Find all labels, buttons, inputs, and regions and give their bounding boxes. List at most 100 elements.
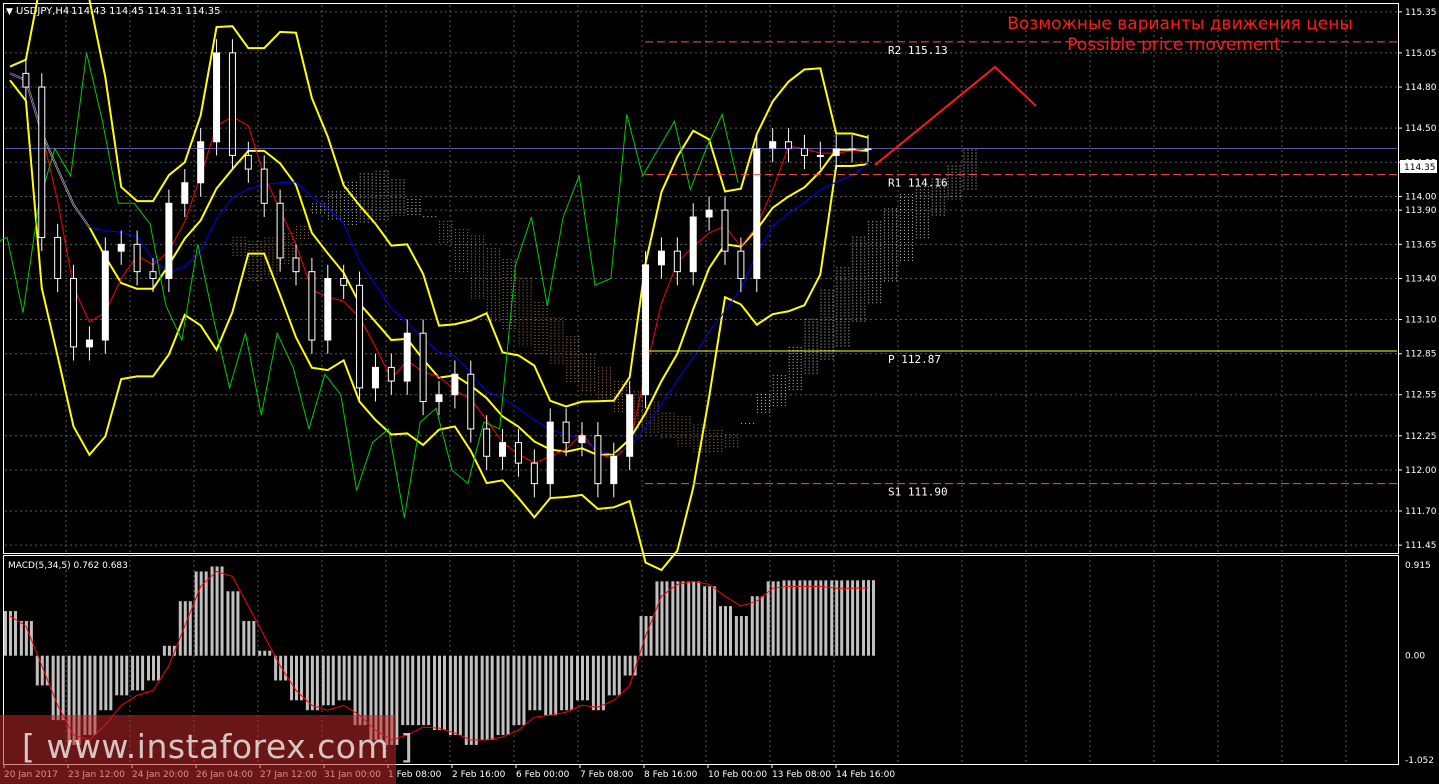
macd-bar <box>787 580 791 656</box>
macd-bar <box>220 566 224 656</box>
candle-body <box>228 52 236 156</box>
macd-bar <box>581 655 584 701</box>
chart-canvas[interactable]: R2 115.13 R1 114.16 P 112.87 S1 111.90 ▼ US… <box>0 0 1439 784</box>
macd-bar <box>290 655 293 701</box>
macd-bar <box>771 581 775 656</box>
macd-bar <box>152 655 155 681</box>
macd-bar <box>724 606 727 656</box>
chart-title-arrow-icon[interactable]: ▼ <box>6 7 13 17</box>
macd-bar <box>840 580 844 656</box>
candle-body <box>800 148 808 156</box>
candle-body <box>530 462 538 485</box>
time-tick-label: 6 Feb 00:00 <box>516 770 570 780</box>
price-tick-label: 113.65 <box>1405 240 1437 250</box>
macd-bar <box>549 655 553 716</box>
candle-body <box>626 394 634 457</box>
macd-bar <box>453 655 457 736</box>
candle-body <box>594 435 602 485</box>
macd-bar <box>617 655 621 696</box>
macd-bar <box>242 621 246 656</box>
macd-bar <box>501 655 505 736</box>
macd-bar <box>104 655 108 711</box>
macd-bar <box>792 580 796 656</box>
macd-bar <box>856 580 860 656</box>
macd-bar <box>782 580 786 656</box>
macd-bar <box>623 655 627 676</box>
macd-bar <box>14 611 17 656</box>
candle-body <box>514 442 522 464</box>
macd-bar <box>607 655 611 696</box>
candle-body <box>721 209 729 252</box>
macd-bar <box>808 580 812 656</box>
candle-body <box>467 373 475 430</box>
candle-body <box>546 421 554 485</box>
macd-bar <box>136 655 140 691</box>
macd-bar <box>443 655 446 731</box>
macd-bar <box>867 580 870 656</box>
macd-bar <box>851 580 855 656</box>
macd-bar <box>199 571 203 656</box>
macd-bar <box>9 611 12 656</box>
time-tick-label: 10 Feb 00:00 <box>708 770 767 780</box>
macd-bar <box>131 655 135 691</box>
candle-body <box>578 435 586 444</box>
macd-bar <box>601 655 605 711</box>
candle-body <box>101 250 109 341</box>
macd-bar <box>315 655 319 711</box>
time-tick-label: 23 Jan 12:00 <box>68 770 125 780</box>
macd-bar <box>427 655 431 726</box>
candle-body <box>769 141 777 150</box>
macd-bar <box>760 596 764 656</box>
candle-body <box>70 278 78 348</box>
macd-bar <box>385 655 389 745</box>
candle-body <box>213 52 221 143</box>
candle-body <box>292 257 300 273</box>
macd-scale-label: 0.00 <box>1405 652 1425 662</box>
macd-bar <box>538 655 542 711</box>
time-tick-label: 14 Feb 16:00 <box>836 770 895 780</box>
macd-bar <box>337 655 341 701</box>
time-tick-label: 13 Feb 08:00 <box>772 770 831 780</box>
candle-body <box>387 366 395 382</box>
level-label-s1: S1 111.90 <box>888 486 948 499</box>
price-tick-label: 113.10 <box>1405 316 1437 326</box>
macd-bar <box>300 655 303 701</box>
macd-bar <box>147 655 150 681</box>
price-tick-label: 113.40 <box>1405 275 1437 285</box>
candle-body <box>435 394 443 403</box>
price-tick-label: 114.00 <box>1405 192 1437 202</box>
price-tick-label: 111.70 <box>1405 507 1437 517</box>
macd-bar <box>591 655 595 711</box>
macd-bar <box>438 655 441 731</box>
macd-bar <box>485 655 489 740</box>
macd-bar <box>210 566 214 656</box>
time-tick-label: 20 Jan 2017 <box>4 770 58 780</box>
macd-bar <box>56 655 60 721</box>
macd-bar <box>67 655 71 745</box>
price-axis: 115.35115.05114.80114.50114.25114.00113.… <box>1398 8 1437 551</box>
macd-bar <box>120 655 124 696</box>
chart-symbol-title: USDJPY,H4 <box>16 6 69 17</box>
macd-bar <box>480 655 484 740</box>
macd-bar <box>612 655 616 696</box>
macd-bar <box>83 655 87 736</box>
macd-bar <box>533 655 537 711</box>
macd-bar <box>162 645 166 656</box>
macd-bar <box>88 655 92 736</box>
macd-bar <box>803 580 807 656</box>
macd-bar <box>708 586 712 656</box>
macd-bar <box>231 591 235 656</box>
macd-bar <box>252 621 256 656</box>
candle-body <box>244 154 252 170</box>
macd-bar <box>469 655 473 745</box>
candle-body <box>689 216 697 273</box>
macd-bar <box>390 655 394 745</box>
macd-bar <box>660 581 664 656</box>
macd-bar <box>719 606 722 656</box>
macd-bar <box>490 655 494 740</box>
macd-bar <box>157 655 160 681</box>
candle-body <box>356 284 364 389</box>
time-tick-label: 26 Jan 04:00 <box>196 770 253 780</box>
candle-body <box>657 250 665 266</box>
macd-bar <box>570 655 574 711</box>
